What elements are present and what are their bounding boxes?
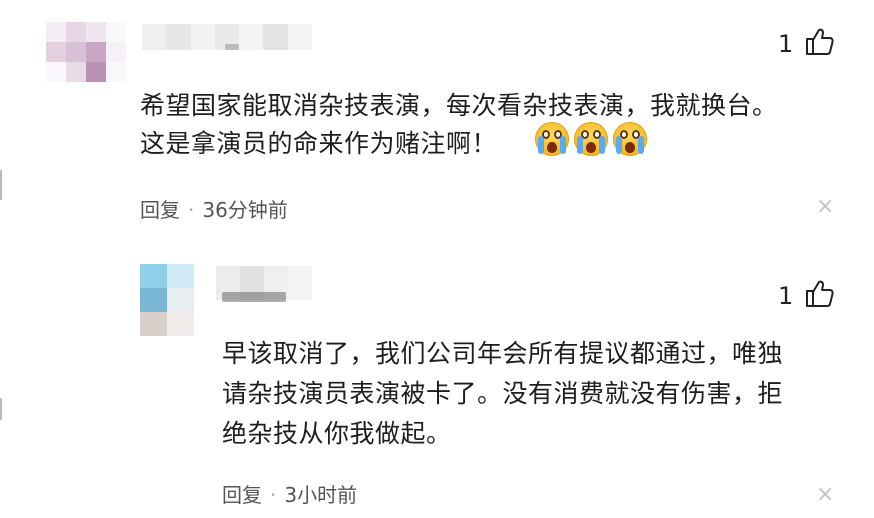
reply-button[interactable]: 回复 (222, 483, 262, 507)
avatar[interactable] (140, 264, 194, 336)
loudly-crying-face-icon (613, 122, 647, 156)
comment-time: 3小时前 (284, 483, 358, 507)
comment-text-line: 这是拿演员的命来作为赌注啊！ (140, 129, 498, 158)
comment-text-line: 绝杂技从你我做起。 (222, 419, 452, 448)
like-count: 1 (778, 30, 794, 58)
thumbs-up-icon[interactable] (804, 278, 836, 310)
close-icon[interactable]: × (816, 196, 834, 218)
loudly-crying-face-icon (574, 122, 608, 156)
comment-meta: 回复 · 36分钟前 (140, 194, 288, 223)
comment-time: 36分钟前 (202, 198, 288, 222)
comment-meta: 回复 · 3小时前 (222, 479, 357, 508)
left-edge-fragment (0, 398, 2, 420)
username-fragment (225, 44, 239, 50)
reply-button[interactable]: 回复 (140, 198, 180, 222)
username-fragment (222, 292, 286, 302)
meta-separator: · (270, 483, 277, 507)
comment-text-line: 请杂技演员表演被卡了。没有消费就没有伤害，拒 (222, 379, 784, 408)
like-count: 1 (778, 282, 794, 310)
close-icon[interactable]: × (816, 484, 834, 506)
comment-text-line: 早该取消了，我们公司年会所有提议都通过，唯独 (222, 339, 784, 368)
loudly-crying-face-icon (535, 122, 569, 156)
thumbs-up-icon[interactable] (804, 26, 836, 58)
avatar[interactable] (46, 22, 126, 82)
left-edge-fragment (0, 170, 2, 200)
meta-separator: · (188, 198, 195, 222)
comment-text-line: 希望国家能取消杂技表演，每次看杂技表演，我就换台。 (140, 91, 778, 120)
